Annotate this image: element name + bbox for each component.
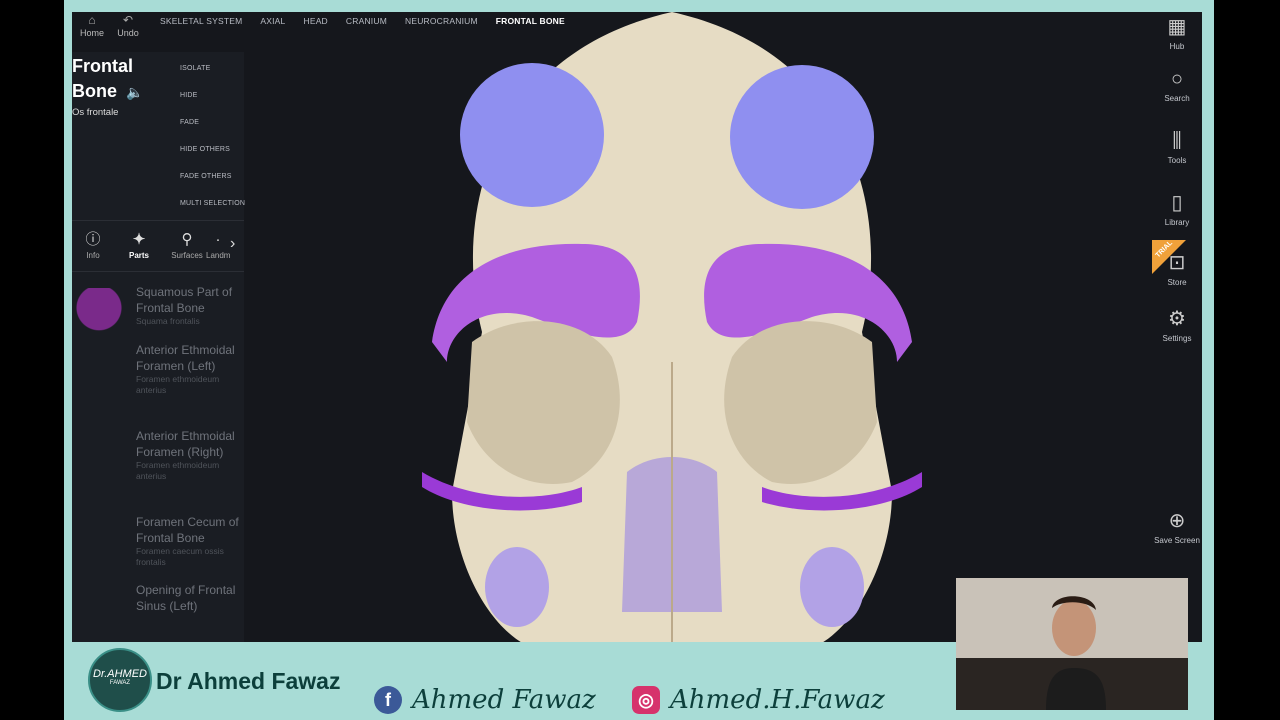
- hub-button[interactable]: ▦ Hub: [1152, 12, 1202, 51]
- detail-tabs: ⓘ Info ✦ Parts ⚲ Surfaces · Landm ›: [72, 220, 244, 272]
- part-name: Anterior Ethmoidal Foramen (Right): [136, 429, 235, 459]
- attachment-area-right-temporal: [730, 65, 874, 209]
- list-item[interactable]: Anterior Ethmoidal Foramen (Left) Forame…: [72, 342, 244, 428]
- logo-line-2: FAWAZ: [109, 680, 131, 686]
- instagram-handle: Ahmed.H.Fawaz: [670, 685, 885, 715]
- part-name: Anterior Ethmoidal Foramen (Left): [136, 343, 235, 373]
- webcam-image: [956, 578, 1188, 710]
- home-icon: ⌂: [88, 13, 96, 27]
- part-name: Opening of Frontal Sinus (Left): [136, 583, 236, 613]
- search-label: Search: [1164, 94, 1190, 103]
- right-toolbar: ▦ Hub ○ Search ⫼ Tools ▯ Library ⊡ Store…: [1152, 12, 1202, 642]
- library-icon: ▯: [1171, 192, 1183, 214]
- home-button[interactable]: ⌂ Home: [72, 12, 112, 40]
- speaker-icon[interactable]: 🔈: [126, 84, 143, 101]
- part-thumbnail: [74, 586, 124, 630]
- list-item[interactable]: Anterior Ethmoidal Foramen (Right) Foram…: [72, 428, 244, 514]
- chevron-right-icon[interactable]: ›: [230, 235, 235, 253]
- skull-3d-viewport[interactable]: [372, 12, 972, 642]
- part-name: Foramen Cecum of Frontal Bone: [136, 515, 239, 545]
- logo-line-1: Dr.AHMED: [93, 668, 147, 680]
- undo-label: Undo: [117, 28, 139, 38]
- save-screen-button[interactable]: ⊕ Save Screen: [1152, 506, 1202, 545]
- tab-parts-label: Parts: [128, 251, 149, 260]
- part-thumbnail: [74, 346, 124, 390]
- landmark-icon: ·: [215, 231, 221, 248]
- facebook-link: f Ahmed Fawaz: [374, 682, 596, 718]
- part-latin: Foramen caecum ossis frontalis: [136, 546, 224, 567]
- part-thumbnail: [74, 432, 124, 476]
- breadcrumb-head[interactable]: HEAD: [303, 16, 327, 30]
- tab-landmarks[interactable]: · Landm: [206, 229, 230, 260]
- tab-info[interactable]: ⓘ Info: [72, 229, 114, 260]
- webcam-overlay: [956, 578, 1188, 710]
- search-icon: ○: [1170, 68, 1184, 90]
- undo-icon: ↶: [122, 13, 134, 27]
- attachment-area-left-temporal: [460, 63, 604, 207]
- action-menu: ISOLATE HIDE FADE HIDE OTHERS FADE OTHER…: [180, 64, 245, 226]
- title-line-1: Frontal: [72, 56, 133, 76]
- search-button[interactable]: ○ Search: [1152, 64, 1202, 103]
- trial-badge: TRIAL: [1152, 240, 1186, 274]
- hide-button[interactable]: HIDE: [180, 91, 244, 118]
- part-latin: Squama frontalis: [136, 316, 200, 326]
- latin-name: Os frontale: [72, 107, 119, 118]
- save-screen-label: Save Screen: [1154, 536, 1200, 545]
- channel-logo: Dr.AHMED FAWAZ: [88, 648, 152, 712]
- tools-button[interactable]: ⫼ Tools: [1152, 126, 1202, 165]
- part-latin: Foramen ethmoideum anterius: [136, 460, 220, 481]
- home-label: Home: [79, 28, 104, 38]
- facebook-icon: f: [374, 686, 402, 714]
- parts-list: Squamous Part of Frontal Bone Squama fro…: [72, 284, 244, 640]
- channel-banner: Dr.AHMED FAWAZ Dr Ahmed Fawaz f Ahmed Fa…: [64, 640, 954, 720]
- settings-button[interactable]: ⚙ Settings: [1152, 304, 1202, 343]
- tab-landmarks-label: Landm: [206, 251, 230, 260]
- part-thumbnail: [74, 288, 124, 332]
- part-latin: Foramen ethmoideum anterius: [136, 374, 220, 395]
- library-button[interactable]: ▯ Library: [1152, 188, 1202, 227]
- store-label: Store: [1167, 278, 1187, 287]
- trial-badge-label: TRIAL: [1154, 239, 1175, 260]
- list-item[interactable]: Foramen Cecum of Frontal Bone Foramen ca…: [72, 514, 244, 582]
- tab-parts[interactable]: ✦ Parts: [118, 229, 160, 260]
- channel-name: Dr Ahmed Fawaz: [156, 668, 341, 694]
- isolate-button[interactable]: ISOLATE: [180, 64, 244, 91]
- breadcrumb-skeletal-system[interactable]: SKELETAL SYSTEM: [160, 16, 242, 30]
- instagram-icon: ◎: [632, 686, 660, 714]
- fade-others-button[interactable]: FADE OTHERS: [180, 172, 244, 199]
- breadcrumb-axial[interactable]: AXIAL: [260, 16, 285, 30]
- undo-button[interactable]: ↶ Undo: [108, 12, 148, 40]
- attachment-area-left-maxilla: [485, 547, 549, 627]
- attachment-area-right-maxilla: [800, 547, 864, 627]
- library-label: Library: [1164, 218, 1190, 227]
- bone-icon: ✦: [132, 231, 146, 248]
- tab-surfaces[interactable]: ⚲ Surfaces: [166, 229, 208, 260]
- info-icon: ⓘ: [85, 231, 101, 248]
- tab-surfaces-label: Surfaces: [171, 251, 203, 260]
- gear-icon: ⚙: [1168, 308, 1186, 330]
- tools-icon: ⫼: [1172, 130, 1182, 152]
- plus-icon: ⊕: [1168, 510, 1186, 532]
- hide-others-button[interactable]: HIDE OTHERS: [180, 145, 244, 172]
- anatomy-app-window: ⌂ Home ↶ Undo SKELETAL SYSTEM AXIAL HEAD…: [72, 12, 1202, 642]
- fade-button[interactable]: FADE: [180, 118, 244, 145]
- settings-label: Settings: [1162, 334, 1192, 343]
- list-item[interactable]: Squamous Part of Frontal Bone Squama fro…: [72, 284, 244, 342]
- hub-icon: ▦: [1167, 16, 1187, 38]
- instagram-link: ◎ Ahmed.H.Fawaz: [632, 682, 885, 718]
- list-item[interactable]: Opening of Frontal Sinus (Left): [72, 582, 244, 640]
- part-thumbnail: [74, 518, 124, 562]
- tools-label: Tools: [1167, 156, 1187, 165]
- tab-info-label: Info: [86, 251, 100, 260]
- facebook-handle: Ahmed Fawaz: [412, 685, 596, 715]
- bone-icon: ⚲: [181, 231, 193, 248]
- hub-label: Hub: [1169, 42, 1185, 51]
- part-name: Squamous Part of Frontal Bone: [136, 285, 233, 315]
